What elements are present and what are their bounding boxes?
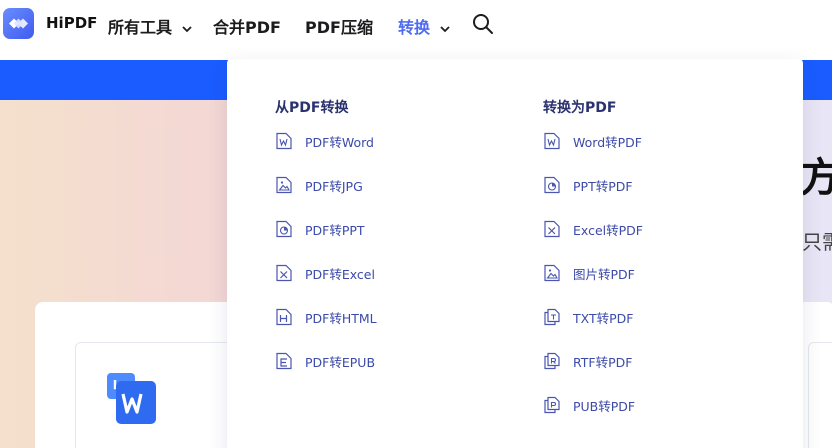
tool-card-next[interactable] (808, 342, 832, 448)
word-doc-icon (544, 132, 560, 150)
hero-heading: 方 (800, 155, 832, 201)
menu-item-label: PUB转PDF (573, 398, 636, 414)
pdf-to-word-icon (107, 373, 156, 424)
menu-item-label: Excel转PDF (573, 222, 643, 238)
menu-item-word-to-pdf[interactable]: Word转PDF (543, 131, 642, 151)
nav-convert-label: 转换 (398, 18, 431, 37)
html-doc-icon (276, 308, 292, 326)
image-doc-icon (544, 264, 560, 282)
top-nav: HiPDF 所有工具 合并PDF PDF压缩 转换 (0, 0, 832, 50)
menu-item-label: 图片转PDF (573, 266, 635, 282)
nav-merge-pdf[interactable]: 合并PDF (213, 14, 281, 38)
menu-item-label: TXT转PDF (573, 310, 634, 326)
to-pdf-title: 转换为PDF (543, 100, 617, 116)
menu-item-txt-to-pdf[interactable]: TXT转PDF (543, 307, 633, 327)
nav-all-tools-label: 所有工具 (108, 18, 173, 37)
brand-name[interactable]: HiPDF (46, 14, 97, 32)
word-doc-icon (276, 132, 292, 150)
ppt-doc-icon (276, 220, 292, 238)
menu-item-label: PDF转Word (305, 134, 374, 150)
menu-item-label: PPT转PDF (573, 178, 633, 194)
nav-convert[interactable]: 转换 (398, 14, 450, 38)
menu-item-pdf-to-ppt[interactable]: PDF转PPT (275, 219, 365, 239)
menu-item-image-to-pdf[interactable]: 图片转PDF (543, 263, 635, 283)
hero-subtext: 只需 (802, 230, 832, 254)
menu-item-excel-to-pdf[interactable]: Excel转PDF (543, 219, 643, 239)
menu-item-rtf-to-pdf[interactable]: RTF转PDF (543, 351, 632, 371)
menu-item-pdf-to-excel[interactable]: PDF转Excel (275, 263, 375, 283)
menu-item-label: Word转PDF (573, 134, 642, 150)
chevron-down-icon (181, 25, 192, 32)
menu-item-label: PDF转HTML (305, 310, 377, 326)
txt-doc-icon (544, 308, 560, 326)
from-pdf-title: 从PDF转换 (275, 100, 349, 116)
nav-merge-label: 合并PDF (213, 18, 281, 37)
menu-item-pdf-to-epub[interactable]: PDF转EPUB (275, 351, 375, 371)
ppt-doc-icon (544, 176, 560, 194)
menu-item-pdf-to-html[interactable]: PDF转HTML (275, 307, 377, 327)
hipdf-logo-icon[interactable] (3, 8, 34, 39)
convert-dropdown-menu: 从PDF转换 转换为PDF PDF转Word PDF转JPG PDF转PPT P… (227, 59, 803, 448)
rtf-doc-icon (544, 352, 560, 370)
menu-item-label: PDF转PPT (305, 222, 365, 238)
menu-item-label: PDF转JPG (305, 178, 363, 194)
menu-item-pdf-to-jpg[interactable]: PDF转JPG (275, 175, 363, 195)
image-doc-icon (276, 176, 292, 194)
chevron-down-icon (439, 25, 450, 32)
nav-compress-pdf[interactable]: PDF压缩 (305, 14, 373, 38)
nav-compress-label: PDF压缩 (305, 18, 373, 37)
menu-item-label: PDF转EPUB (305, 354, 376, 370)
menu-item-pub-to-pdf[interactable]: PUB转PDF (543, 395, 635, 415)
excel-doc-icon (276, 264, 292, 282)
menu-item-ppt-to-pdf[interactable]: PPT转PDF (543, 175, 633, 195)
epub-doc-icon (276, 352, 292, 370)
search-icon[interactable] (472, 13, 494, 35)
menu-item-label: RTF转PDF (573, 354, 633, 370)
nav-all-tools[interactable]: 所有工具 (108, 14, 192, 38)
menu-item-label: PDF转Excel (305, 266, 375, 282)
pub-doc-icon (544, 396, 560, 414)
tool-card-pdf-to-word[interactable] (75, 342, 245, 448)
menu-item-pdf-to-word[interactable]: PDF转Word (275, 131, 374, 151)
excel-doc-icon (544, 220, 560, 238)
